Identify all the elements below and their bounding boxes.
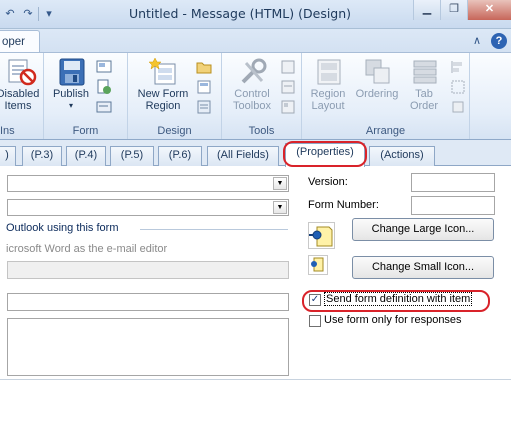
ribbon-group-ins: Disabled Items Ins bbox=[0, 53, 44, 139]
bottom-divider bbox=[0, 379, 511, 380]
version-field[interactable] bbox=[411, 173, 495, 192]
publish-icon bbox=[57, 57, 85, 86]
send-form-highlight bbox=[302, 290, 490, 312]
minimize-button[interactable]: ▁ bbox=[413, 0, 440, 20]
group-label-form: Form bbox=[72, 125, 99, 137]
publish-label: Publish bbox=[52, 88, 90, 100]
version-label: Version: bbox=[308, 176, 348, 188]
tab-p4[interactable]: (P.4) bbox=[66, 146, 106, 166]
disabled-items-icon bbox=[7, 57, 37, 86]
control-toolbox-icon bbox=[238, 57, 267, 85]
size-icon[interactable] bbox=[450, 99, 466, 115]
form-page-tabs: ) (P.3) (P.4) (P.5) (P.6) (All Fields) (… bbox=[0, 140, 511, 167]
form-number-field[interactable] bbox=[411, 196, 495, 215]
help-icon[interactable]: ? bbox=[491, 33, 507, 49]
view-code-tools-icon[interactable] bbox=[280, 99, 296, 115]
window-title: Untitled - Message (HTML) (Design) bbox=[128, 6, 352, 21]
tab-actions[interactable]: (Actions) bbox=[369, 146, 435, 166]
disabled-items-button[interactable]: Disabled Items bbox=[0, 57, 42, 112]
chevron-down-icon[interactable]: ▼ bbox=[273, 177, 287, 190]
section-divider bbox=[140, 229, 288, 230]
tab-p3[interactable]: (P.3) bbox=[22, 146, 62, 166]
section-title: Outlook using this form bbox=[6, 222, 119, 234]
region-layout-button[interactable]: Region Layout bbox=[304, 57, 352, 112]
group-icon[interactable] bbox=[450, 79, 466, 95]
control-toolbox-label: Control Toolbox bbox=[233, 88, 271, 112]
form-number-label: Form Number: bbox=[308, 199, 379, 211]
align-icon[interactable] bbox=[450, 59, 466, 75]
tab-order-button[interactable]: Tab Order bbox=[404, 57, 444, 112]
advanced-properties-icon[interactable] bbox=[280, 79, 296, 95]
minimize-ribbon-icon[interactable]: ∧ bbox=[469, 33, 485, 49]
tab-p6[interactable]: (P.6) bbox=[158, 146, 202, 166]
tab-all-fields[interactable]: (All Fields) bbox=[207, 146, 279, 166]
ribbon-right-controls: ∧ ? bbox=[469, 33, 507, 49]
use-for-responses-checkbox[interactable] bbox=[309, 315, 321, 327]
new-form-region-label: New Form Region bbox=[137, 88, 189, 112]
version-label-text: Version: bbox=[308, 176, 348, 188]
ordering-button[interactable]: Ordering bbox=[352, 57, 402, 100]
ribbon-group-tools: Control Toolbox Tools bbox=[222, 53, 302, 139]
word-editor-label: icrosoft Word as the e-mail editor bbox=[6, 243, 168, 255]
tab-p2[interactable]: ) bbox=[0, 146, 16, 166]
ribbon-group-form: Publish ▾ Form bbox=[44, 53, 128, 139]
tab-developer[interactable]: oper bbox=[0, 30, 40, 54]
properties-tab-highlight bbox=[283, 141, 367, 167]
large-icon-preview bbox=[308, 222, 335, 249]
save-form-region-icon[interactable] bbox=[196, 79, 212, 95]
restore-button[interactable]: ❐ bbox=[440, 0, 467, 20]
group-label-tools: Tools bbox=[248, 125, 275, 137]
title-bar: ↶ ↷ ▾ Untitled - Message (HTML) (Design)… bbox=[0, 0, 511, 29]
region-layout-icon bbox=[314, 57, 342, 85]
ribbon-group-arrange: Region Layout Ordering Tab Order Arrange bbox=[302, 53, 470, 139]
use-for-responses-label[interactable]: Use form only for responses bbox=[324, 314, 462, 326]
group-label-design: Design bbox=[157, 125, 192, 137]
ordering-label: Ordering bbox=[355, 88, 399, 100]
change-large-icon-button[interactable]: Change Large Icon... bbox=[352, 218, 494, 241]
sub-category-combo[interactable]: ▼ bbox=[7, 199, 289, 216]
category-combo[interactable]: ▼ bbox=[7, 175, 289, 192]
property-sheet-icon[interactable] bbox=[280, 59, 296, 75]
publish-button[interactable]: Publish ▾ bbox=[48, 57, 94, 112]
ribbon-group-design: New Form Region Design bbox=[128, 53, 222, 139]
disabled-items-label: Disabled Items bbox=[0, 88, 40, 112]
control-toolbox-button[interactable]: Control Toolbox bbox=[226, 57, 278, 112]
tab-order-label: Tab Order bbox=[409, 88, 439, 112]
window-controls: ▁ ❐ ✕ bbox=[413, 0, 511, 20]
group-label-arrange: Arrange bbox=[365, 125, 406, 137]
close-button[interactable]: ✕ bbox=[467, 0, 511, 20]
design-this-form-icon[interactable] bbox=[96, 79, 112, 95]
tab-order-icon bbox=[410, 57, 438, 85]
group-label-ins: Ins bbox=[0, 125, 15, 137]
ribbon: Disabled Items Ins Publish ▾ Form New Fo… bbox=[0, 52, 511, 140]
new-form-region-button[interactable]: New Form Region bbox=[132, 57, 194, 112]
chevron-down-icon[interactable]: ▼ bbox=[273, 201, 287, 214]
open-form-region-icon[interactable] bbox=[196, 59, 212, 75]
word-template-field[interactable] bbox=[7, 261, 289, 279]
ribbon-tab-row: oper ∧ ? bbox=[0, 29, 511, 54]
region-layout-label: Region Layout bbox=[310, 88, 346, 112]
change-small-icon-button[interactable]: Change Small Icon... bbox=[352, 256, 494, 279]
tab-p5[interactable]: (P.5) bbox=[110, 146, 154, 166]
new-form-region-icon bbox=[148, 57, 177, 85]
ordering-icon bbox=[363, 57, 391, 85]
publish-dropdown-icon[interactable]: ▾ bbox=[48, 100, 94, 112]
view-code-icon[interactable] bbox=[96, 99, 112, 115]
description-field[interactable] bbox=[7, 318, 289, 376]
contact-field[interactable] bbox=[7, 293, 289, 311]
small-icon-preview bbox=[308, 255, 328, 275]
form-region-options-icon[interactable] bbox=[196, 99, 212, 115]
design-form-icon[interactable] bbox=[96, 59, 112, 75]
